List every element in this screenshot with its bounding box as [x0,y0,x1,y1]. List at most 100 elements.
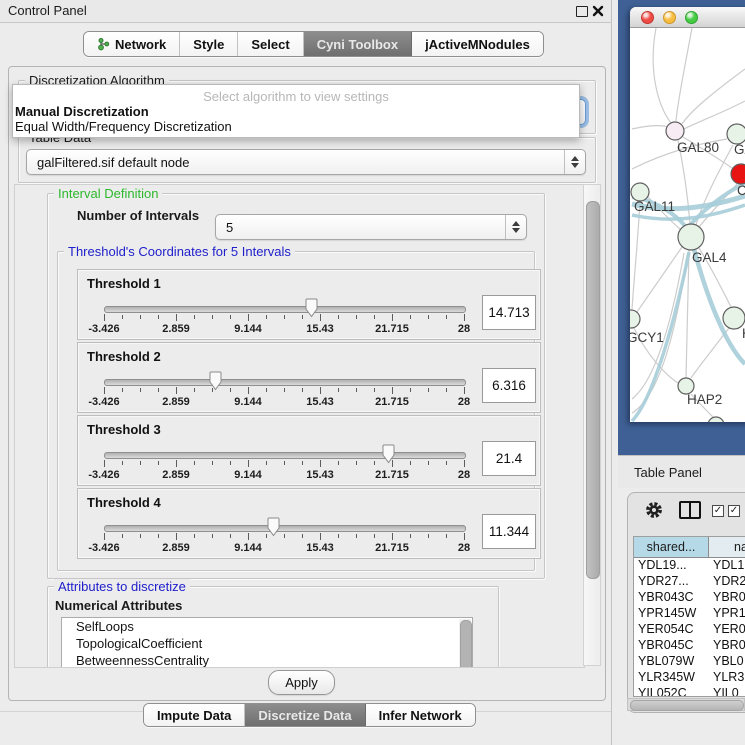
column-header-name[interactable]: na [709,537,745,557]
network-window-titlebar[interactable] [630,7,745,28]
table-row[interactable]: YLR345WYLR3 [634,669,745,685]
table-row[interactable]: YPR145WYPR1 [634,605,745,621]
table-row[interactable]: YBL079WYBL0 [634,653,745,669]
control-panel-header [0,0,612,23]
combobox-stepper-icon[interactable] [505,215,526,239]
tab-jactivemnodules[interactable]: jActiveMNodules [412,32,543,56]
table-cell[interactable]: YBL0 [713,653,744,669]
tick-mark [320,314,321,321]
table-cell[interactable]: YLR345W [638,669,709,685]
node-gal80[interactable] [666,122,684,140]
threshold-slider-track[interactable] [104,452,466,459]
table-row[interactable]: YIL052C YIL0 [634,685,745,697]
network-tab-icon [97,37,110,51]
scrollbar-thumb[interactable] [586,201,600,579]
tab-style[interactable]: Style [180,32,238,56]
table-row[interactable]: YER054CYER0 [634,621,745,637]
algorithm-option-manual[interactable]: Manual Discretization [15,104,149,119]
attribute-list-item[interactable]: SelfLoops [62,618,472,635]
tick-label: 28 [458,469,470,481]
window-zoom-icon[interactable] [685,11,698,24]
checkbox-icon[interactable]: ✓ [728,505,740,517]
tab-select[interactable]: Select [238,32,303,56]
table-cell[interactable]: YIL052C [638,685,709,697]
node-top-right[interactable] [727,124,745,144]
table-cell[interactable]: YDL19... [638,557,709,573]
tick-mark [446,461,447,465]
attribute-list-item[interactable]: BetweennessCentrality [62,652,472,668]
node-bottom-partial[interactable] [708,417,724,422]
split-columns-icon[interactable] [679,501,701,519]
table-row[interactable]: YDR27...YDR2 [634,573,745,589]
threshold-value-field[interactable]: 6.316 [482,368,536,403]
table-cell[interactable]: YDR2 [713,573,745,589]
table-cell[interactable]: YER054C [638,621,709,637]
table-row[interactable]: YBR043CYBR0 [634,589,745,605]
float-window-icon[interactable] [576,6,588,17]
table-cell[interactable]: YLR3 [713,669,744,685]
node-gcy1[interactable] [630,310,640,328]
table-cell[interactable]: YBR0 [713,637,745,653]
window-minimize-icon[interactable] [663,11,676,24]
number-of-intervals-combobox[interactable]: 5 [215,214,527,240]
window-close-icon[interactable] [641,11,654,24]
tab-impute-data[interactable]: Impute Data [144,704,245,726]
table-data-combobox[interactable]: galFiltered.sif default node [26,149,586,175]
tab-cyni-toolbox[interactable]: Cyni Toolbox [304,32,412,56]
tick-mark [176,533,177,540]
threshold-value-field[interactable]: 21.4 [482,441,536,476]
column-header-shared-name[interactable]: shared... [634,537,709,557]
threshold-value-field[interactable]: 14.713 [482,295,536,330]
apply-button[interactable]: Apply [268,670,335,695]
panel-divider[interactable] [611,0,612,745]
tab-network[interactable]: Network [84,32,180,56]
gear-icon[interactable] [644,500,664,520]
threshold-value-field[interactable]: 11.344 [482,514,536,549]
tick-label: 15.43 [306,469,334,481]
combobox-stepper-icon[interactable] [564,150,585,174]
tick-mark [338,315,339,319]
tick-mark [158,315,159,319]
table-horizontal-scrollbar[interactable] [627,698,745,711]
tab-infer-network[interactable]: Infer Network [366,704,475,726]
table-cell[interactable]: YER0 [713,621,745,637]
attributes-scrollbar[interactable] [459,619,471,668]
table-cell[interactable]: YPR1 [713,605,745,621]
node-gal4[interactable] [678,224,704,250]
table-row[interactable]: YBR045CYBR0 [634,637,745,653]
network-graph: GAL80 GA C GAL11 GAL4 GCY1 H HAP2 [630,28,745,422]
tick-mark [410,461,411,465]
table-cell[interactable]: YBR045C [638,637,709,653]
close-icon[interactable] [592,5,604,17]
scrollbar-thumb[interactable] [460,620,472,668]
table-cell[interactable]: YBL079W [638,653,709,669]
scrollbar-thumb[interactable] [630,700,744,711]
tick-mark [392,460,393,467]
threshold-slider-track[interactable] [104,525,466,532]
threshold-slider-track[interactable] [104,379,466,386]
table-cell[interactable]: YBR043C [638,589,709,605]
tick-mark [248,533,249,540]
table-cell[interactable]: YDL1 [713,557,744,573]
tick-mark [230,461,231,465]
attribute-list-item[interactable]: TopologicalCoefficient [62,635,472,652]
settings-scroll-viewport: Interval Definition Number of Intervals … [14,184,585,668]
threshold-slider-track[interactable] [104,306,466,313]
node-selected-red[interactable] [731,164,745,184]
algorithm-option-equal-width[interactable]: Equal Width/Frequency Discretization [15,119,232,134]
table-cell[interactable]: YPR145W [638,605,709,621]
table-cell[interactable]: YIL0 [713,685,739,697]
settings-scrollbar[interactable] [583,184,601,666]
tab-discretize-data[interactable]: Discretize Data [245,704,365,726]
table-cell[interactable]: YDR27... [638,573,709,589]
threshold-label: Threshold 1 [87,276,161,291]
tick-label: 21.715 [375,469,409,481]
tick-mark [158,388,159,392]
network-canvas[interactable]: GAL80 GA C GAL11 GAL4 GCY1 H HAP2 [630,28,745,422]
tick-label: -3.426 [88,542,119,554]
table-row[interactable]: YDL19...YDL1 [634,557,745,573]
table-cell[interactable]: YBR0 [713,589,745,605]
node-label: GAL80 [677,140,719,155]
network-nodes[interactable] [630,122,745,422]
checkbox-icon[interactable]: ✓ [712,505,724,517]
